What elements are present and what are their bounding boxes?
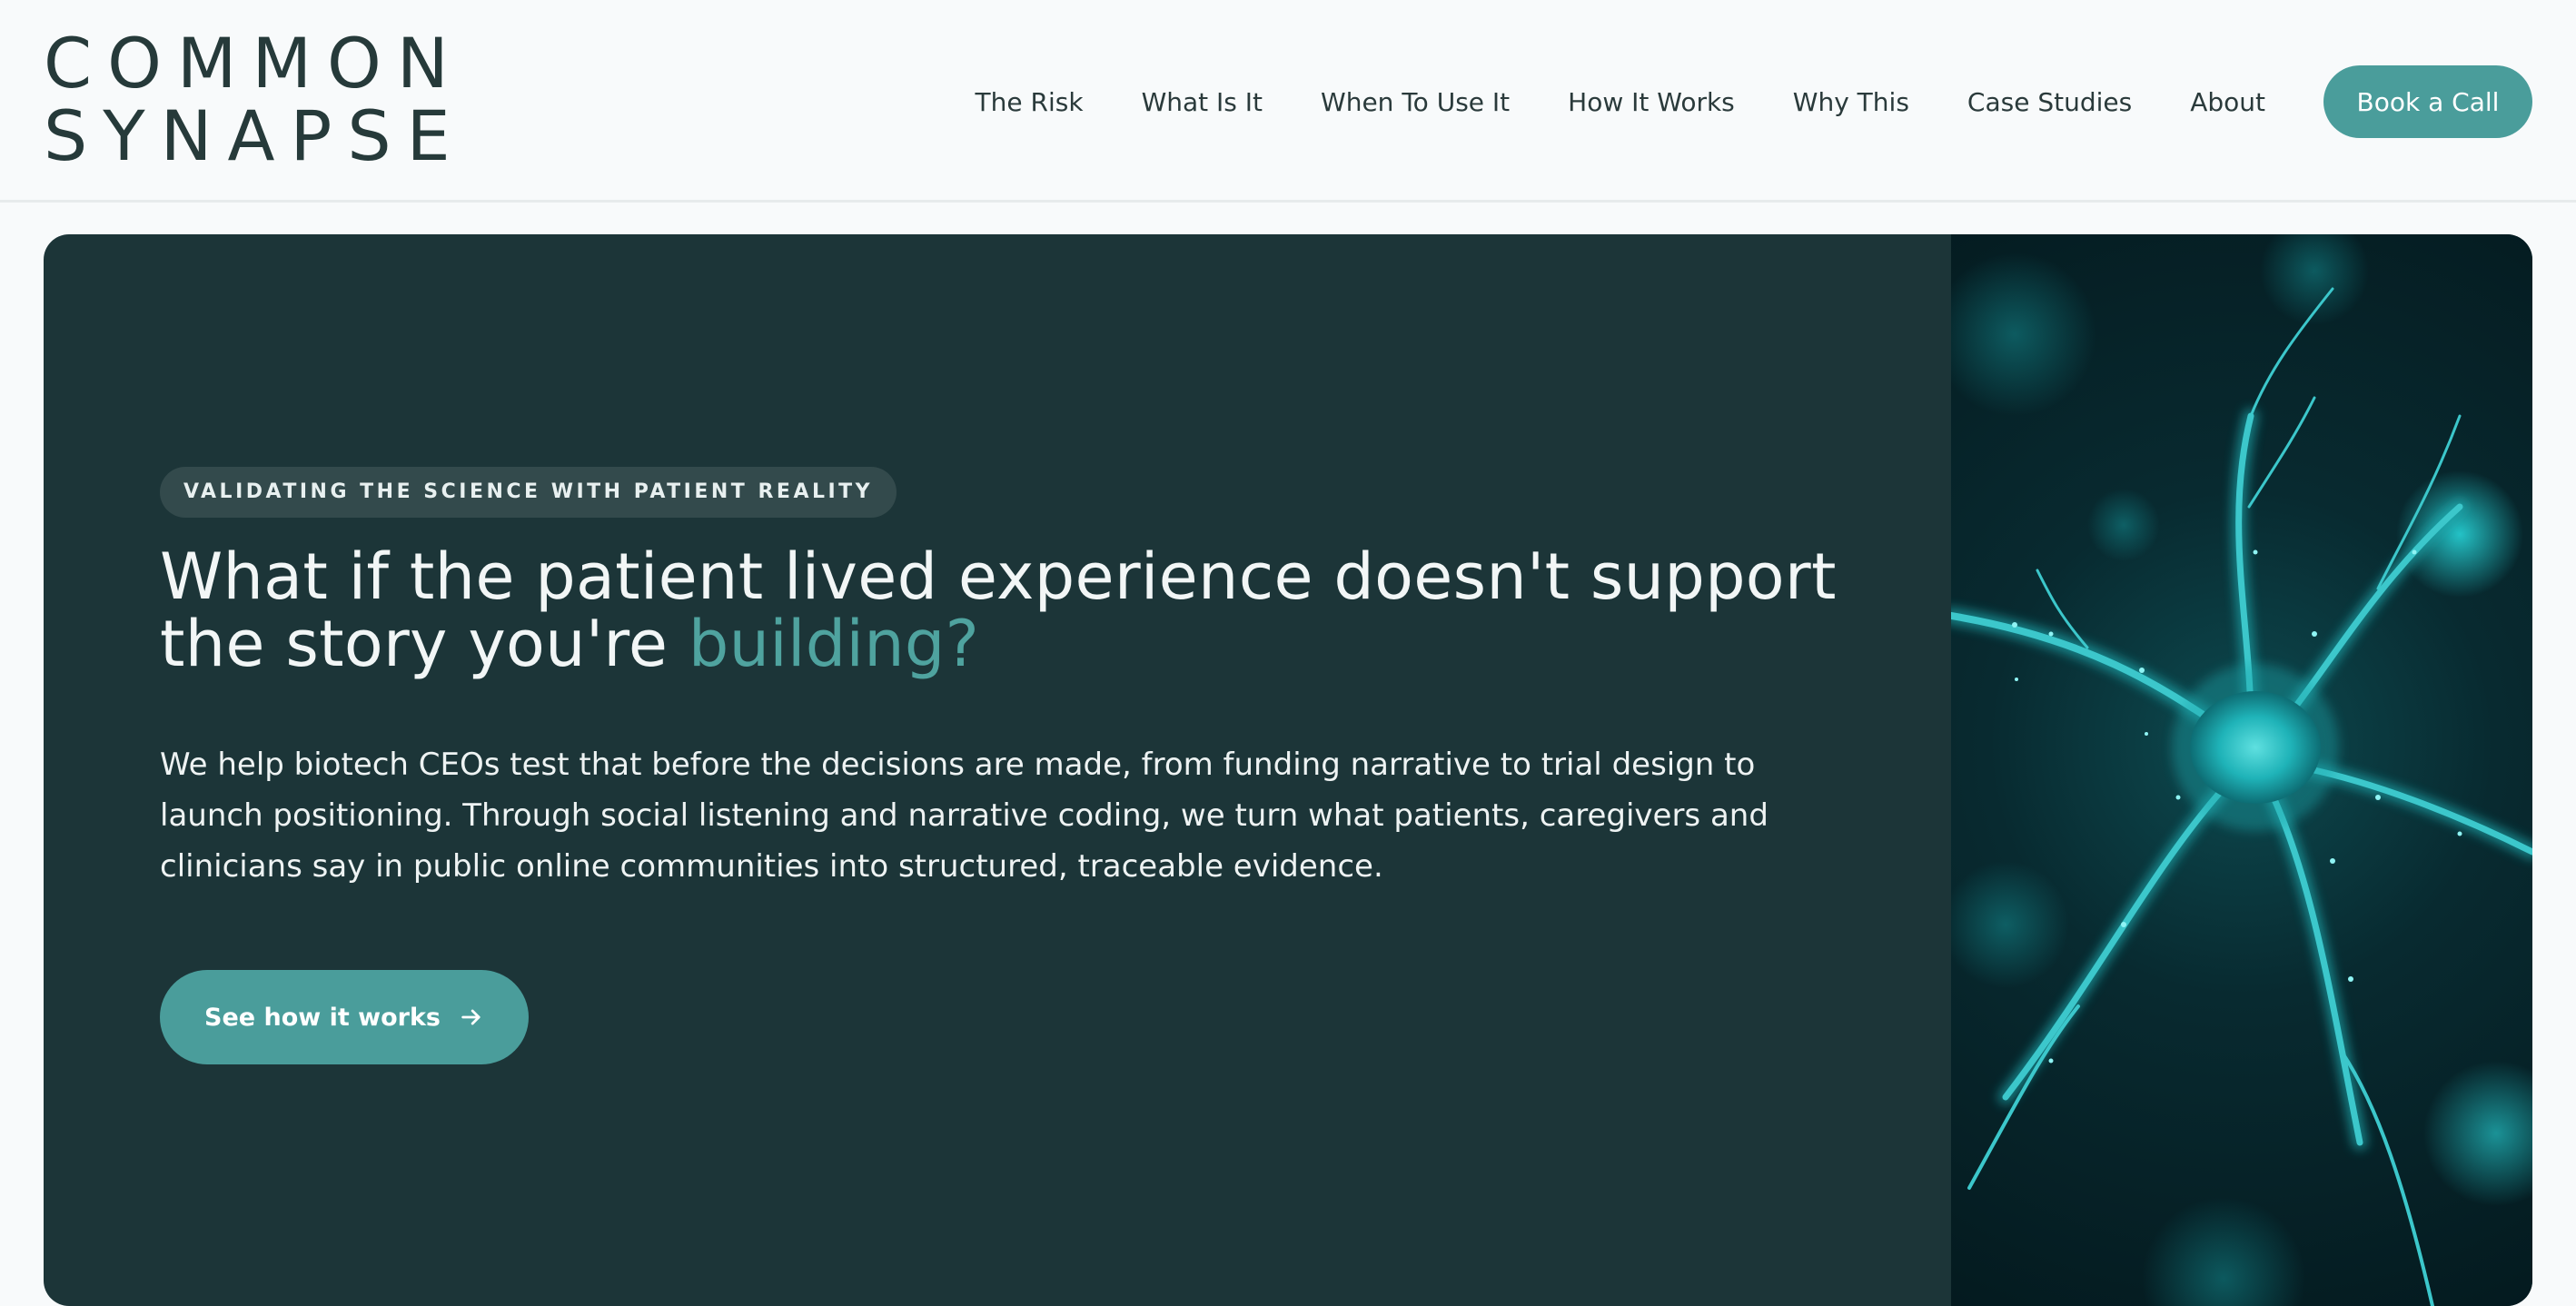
nav-link-why-this[interactable]: Why This bbox=[1793, 87, 1909, 117]
brand-logo[interactable]: COMMON SYNAPSE bbox=[44, 27, 466, 173]
hero-headline-main: What if the patient lived experience doe… bbox=[160, 539, 1837, 681]
hero-headline: What if the patient lived experience doe… bbox=[160, 543, 1868, 678]
brand-logo-line-1: COMMON bbox=[44, 23, 464, 104]
see-how-it-works-label: See how it works bbox=[204, 1003, 441, 1032]
book-a-call-button[interactable]: Book a Call bbox=[2323, 65, 2532, 138]
hero-description: We help biotech CEOs test that before th… bbox=[160, 747, 1769, 885]
book-a-call-label: Book a Call bbox=[2356, 86, 2500, 117]
nav-link-how-it-works[interactable]: How It Works bbox=[1568, 87, 1735, 117]
neuron-illustration bbox=[1951, 234, 2532, 1306]
arrow-right-icon bbox=[461, 1009, 481, 1025]
see-how-it-works-button[interactable]: See how it works bbox=[160, 970, 529, 1064]
main-nav: The Risk What Is It When To Use It How I… bbox=[976, 65, 2532, 138]
site-header: COMMON SYNAPSE The Risk What Is It When … bbox=[0, 0, 2576, 203]
nav-link-when-to-use-it[interactable]: When To Use It bbox=[1321, 87, 1510, 117]
nav-link-the-risk[interactable]: The Risk bbox=[976, 87, 1084, 117]
neuron-image bbox=[1951, 234, 2532, 1306]
hero-content: VALIDATING THE SCIENCE WITH PATIENT REAL… bbox=[160, 467, 1868, 1064]
nav-link-about[interactable]: About bbox=[2190, 87, 2265, 117]
nav-link-what-is-it[interactable]: What Is It bbox=[1142, 87, 1263, 117]
nav-link-case-studies[interactable]: Case Studies bbox=[1967, 87, 2132, 117]
hero-headline-accent: building? bbox=[688, 607, 980, 681]
hero-section: VALIDATING THE SCIENCE WITH PATIENT REAL… bbox=[44, 234, 2532, 1306]
brand-logo-line-2: SYNAPSE bbox=[44, 95, 466, 176]
hero-eyebrow-badge: VALIDATING THE SCIENCE WITH PATIENT REAL… bbox=[160, 467, 897, 518]
